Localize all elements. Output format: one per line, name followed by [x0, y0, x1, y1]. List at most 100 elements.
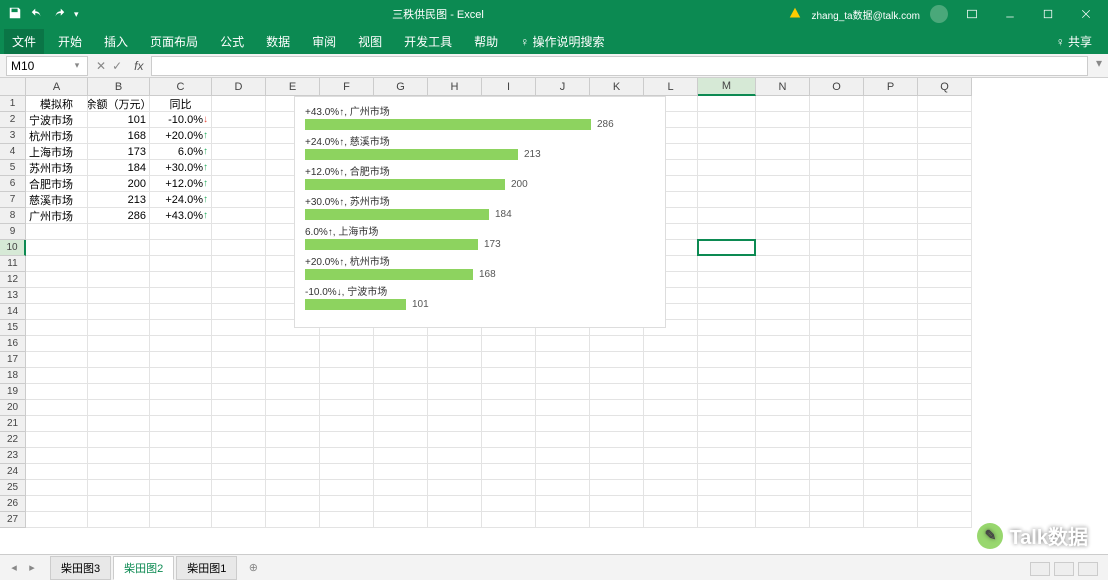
- cell[interactable]: [482, 480, 536, 496]
- cell[interactable]: [810, 304, 864, 320]
- column-header[interactable]: K: [590, 78, 644, 96]
- cell[interactable]: [26, 496, 88, 512]
- cell[interactable]: [212, 192, 266, 208]
- cell[interactable]: [590, 384, 644, 400]
- cell[interactable]: [26, 384, 88, 400]
- cell[interactable]: [698, 128, 756, 144]
- cell[interactable]: [756, 464, 810, 480]
- cell[interactable]: 模拟称: [26, 96, 88, 112]
- cell[interactable]: 213: [88, 192, 150, 208]
- cell[interactable]: [428, 416, 482, 432]
- cell[interactable]: 6.0% ↑: [150, 144, 212, 160]
- cell[interactable]: [698, 160, 756, 176]
- cell[interactable]: [428, 512, 482, 528]
- cell[interactable]: [374, 336, 428, 352]
- cell[interactable]: [212, 384, 266, 400]
- cell[interactable]: [26, 304, 88, 320]
- cell[interactable]: 200: [88, 176, 150, 192]
- cell[interactable]: [150, 416, 212, 432]
- cell[interactable]: [428, 480, 482, 496]
- cell[interactable]: [88, 368, 150, 384]
- cell[interactable]: [810, 128, 864, 144]
- cell[interactable]: 184: [88, 160, 150, 176]
- cell[interactable]: [864, 320, 918, 336]
- cell[interactable]: [698, 304, 756, 320]
- cell[interactable]: [26, 272, 88, 288]
- cell[interactable]: [756, 448, 810, 464]
- cell[interactable]: +12.0% ↑: [150, 176, 212, 192]
- cell[interactable]: [212, 256, 266, 272]
- cell[interactable]: [320, 480, 374, 496]
- cell[interactable]: 合肥市场: [26, 176, 88, 192]
- column-header[interactable]: O: [810, 78, 864, 96]
- cell[interactable]: [810, 416, 864, 432]
- cell[interactable]: -10.0% ↓: [150, 112, 212, 128]
- column-header[interactable]: P: [864, 78, 918, 96]
- cell[interactable]: [698, 208, 756, 224]
- cell[interactable]: [482, 496, 536, 512]
- cell[interactable]: [212, 160, 266, 176]
- cell[interactable]: 101: [88, 112, 150, 128]
- cell[interactable]: [698, 320, 756, 336]
- cell[interactable]: [26, 368, 88, 384]
- cell[interactable]: [864, 160, 918, 176]
- cell[interactable]: 173: [88, 144, 150, 160]
- cell[interactable]: [88, 496, 150, 512]
- cell[interactable]: [756, 160, 810, 176]
- cell[interactable]: [266, 400, 320, 416]
- cell[interactable]: [266, 496, 320, 512]
- cell[interactable]: [756, 320, 810, 336]
- cell[interactable]: [810, 224, 864, 240]
- row-header[interactable]: 2: [0, 112, 26, 128]
- sheet-tab[interactable]: 柴田图1: [176, 556, 237, 580]
- cell[interactable]: [88, 336, 150, 352]
- cell[interactable]: [374, 368, 428, 384]
- cell[interactable]: [536, 400, 590, 416]
- cell[interactable]: [374, 480, 428, 496]
- cell[interactable]: [644, 496, 698, 512]
- cell[interactable]: [266, 336, 320, 352]
- sheet-nav-first-icon[interactable]: ◂: [6, 560, 22, 576]
- spreadsheet-grid[interactable]: ABCDEFGHIJKLMNOPQ 1234567891011121314151…: [0, 78, 1108, 554]
- row-header[interactable]: 8: [0, 208, 26, 224]
- cell[interactable]: [864, 400, 918, 416]
- cell[interactable]: [756, 352, 810, 368]
- row-header[interactable]: 5: [0, 160, 26, 176]
- cell[interactable]: [864, 352, 918, 368]
- cell[interactable]: [864, 336, 918, 352]
- cell[interactable]: [698, 272, 756, 288]
- cell[interactable]: +20.0% ↑: [150, 128, 212, 144]
- cell[interactable]: [320, 400, 374, 416]
- cell[interactable]: [756, 224, 810, 240]
- cell[interactable]: [482, 512, 536, 528]
- cell[interactable]: [864, 272, 918, 288]
- cell[interactable]: [320, 416, 374, 432]
- cell[interactable]: [26, 480, 88, 496]
- cell[interactable]: [212, 176, 266, 192]
- column-header[interactable]: F: [320, 78, 374, 96]
- cell[interactable]: [590, 480, 644, 496]
- cell[interactable]: [590, 336, 644, 352]
- sheet-tab[interactable]: 柴田图3: [50, 556, 111, 580]
- cell[interactable]: [918, 448, 972, 464]
- cell[interactable]: [698, 176, 756, 192]
- cell[interactable]: [590, 352, 644, 368]
- row-header[interactable]: 10: [0, 240, 26, 256]
- cell[interactable]: [756, 304, 810, 320]
- cell[interactable]: [864, 304, 918, 320]
- cell[interactable]: [864, 288, 918, 304]
- cell[interactable]: 杭州市场: [26, 128, 88, 144]
- ribbon-tab-开发工具[interactable]: 开发工具: [396, 29, 460, 54]
- cell[interactable]: [88, 480, 150, 496]
- formula-bar[interactable]: [151, 56, 1088, 76]
- share-button[interactable]: ♀ 共享: [1056, 33, 1104, 50]
- cell[interactable]: [212, 320, 266, 336]
- close-button[interactable]: [1072, 0, 1100, 28]
- undo-icon[interactable]: [30, 6, 44, 23]
- minimize-button[interactable]: [996, 0, 1024, 28]
- cell[interactable]: [918, 240, 972, 256]
- cell[interactable]: [756, 368, 810, 384]
- cell[interactable]: [428, 448, 482, 464]
- cell[interactable]: [698, 288, 756, 304]
- cell[interactable]: [864, 144, 918, 160]
